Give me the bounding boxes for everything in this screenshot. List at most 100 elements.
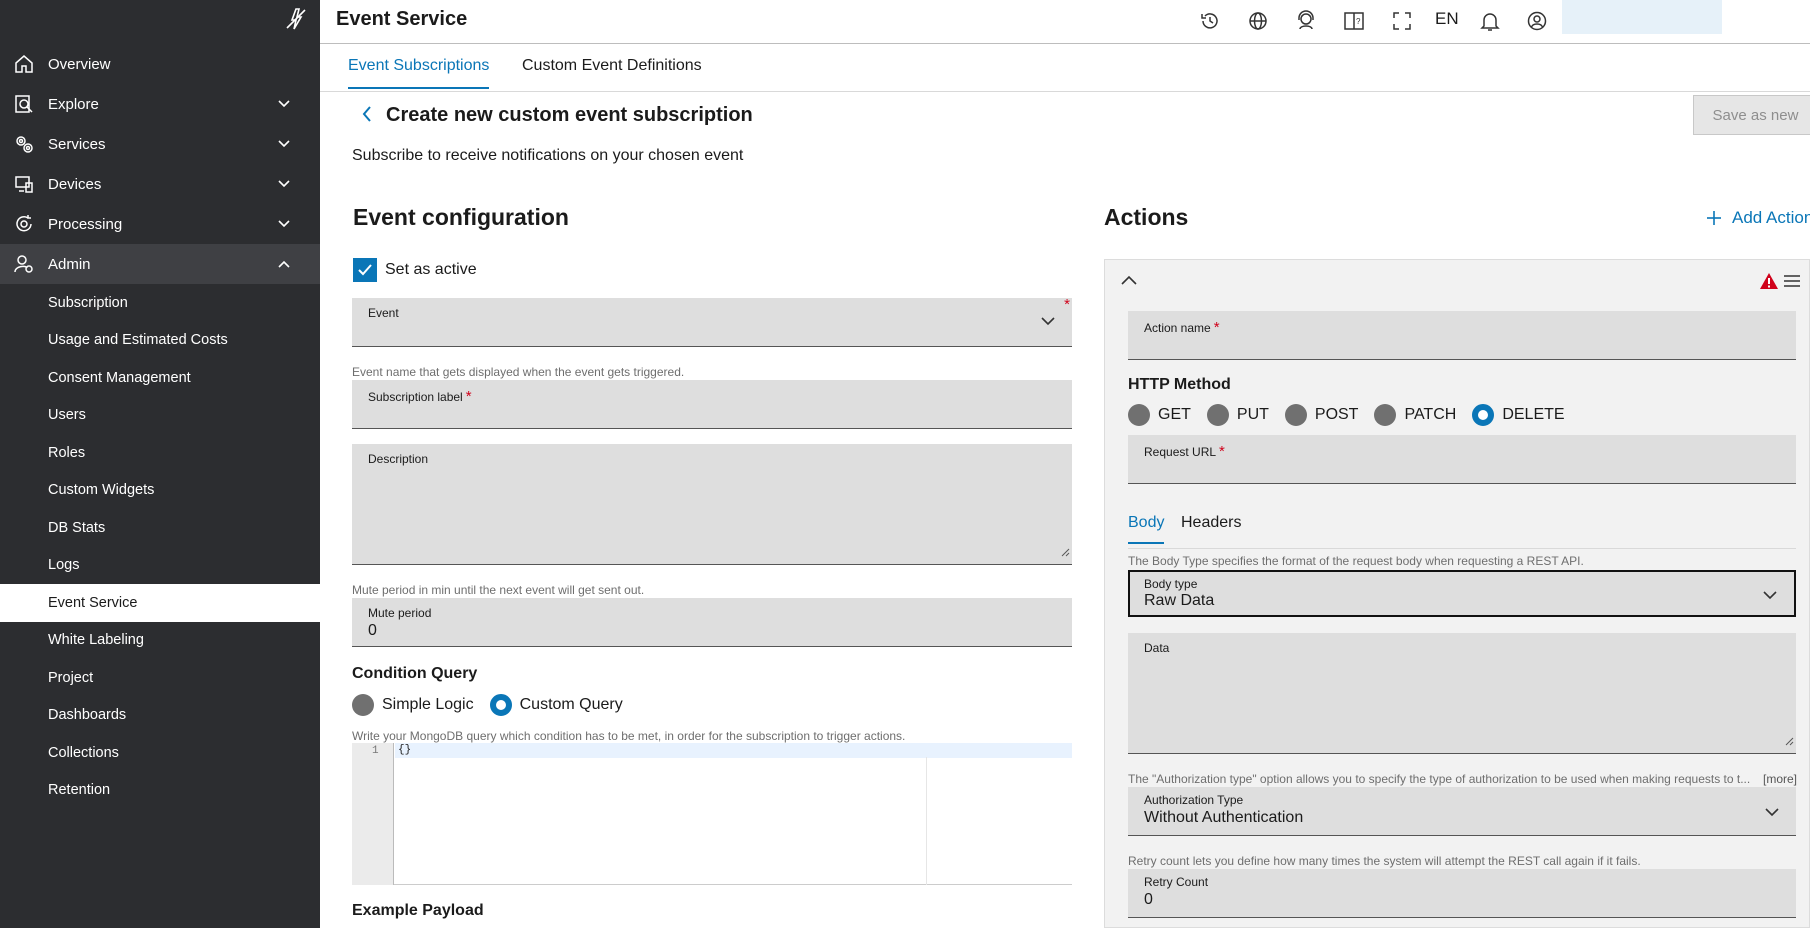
history-icon[interactable] [1196, 7, 1224, 35]
active-line-highlight [395, 743, 1072, 758]
sidebar-subitem-dashboards[interactable]: Dashboards [0, 697, 320, 735]
explore-icon [13, 93, 35, 115]
sidebar-subitem-consent[interactable]: Consent Management [0, 359, 320, 397]
sidebar-item-label: Admin [48, 255, 91, 273]
chevron-down-icon [1764, 805, 1780, 823]
page-title: Create new custom event subscription [386, 104, 753, 126]
mute-period-label: Mute period [368, 606, 432, 620]
hamburger-menu-icon[interactable] [1784, 274, 1800, 293]
event-select[interactable]: Event * [352, 296, 1072, 347]
description-textarea[interactable]: Description [352, 444, 1072, 565]
sidebar-subitem-subscription[interactable]: Subscription [0, 284, 320, 322]
query-helper-text: Write your MongoDB query which condition… [352, 729, 906, 743]
http-method-heading: HTTP Method [1128, 376, 1231, 393]
sidebar-item-overview[interactable]: Overview [0, 44, 320, 84]
authorization-type-select[interactable]: Authorization Type Without Authenticatio… [1128, 787, 1796, 836]
sidebar-item-services[interactable]: Services [0, 124, 320, 164]
put-label: PUT [1236, 406, 1269, 423]
retry-count-value: 0 [1144, 891, 1153, 908]
help-book-icon[interactable]: ? [1340, 7, 1368, 35]
subscription-label-field[interactable]: Subscription label * [352, 380, 1072, 429]
editor-gutter: 1 [352, 743, 394, 885]
save-as-new-button[interactable]: Save as new [1693, 95, 1810, 135]
warning-icon [1759, 272, 1779, 295]
example-payload-heading: Example Payload [352, 902, 484, 919]
sidebar-subitem-collections[interactable]: Collections [0, 734, 320, 772]
condition-query-heading: Condition Query [352, 665, 478, 682]
body-type-label: Body type [1144, 577, 1198, 591]
fullscreen-icon[interactable] [1388, 7, 1416, 35]
custom-query-radio[interactable] [489, 694, 512, 716]
tab-bar: Event Subscriptions Custom Event Definit… [320, 45, 1810, 92]
add-action-button[interactable]: Add Action [1706, 208, 1810, 228]
support-icon[interactable] [1292, 7, 1320, 35]
resize-handle-icon[interactable] [1784, 733, 1794, 751]
delete-radio[interactable] [1472, 404, 1495, 426]
sidebar-item-label: Devices [48, 175, 102, 193]
data-label: Data [1144, 641, 1170, 655]
description-label: Description [368, 452, 429, 466]
required-marker: * [1219, 443, 1225, 460]
chevron-up-icon[interactable] [1120, 274, 1138, 293]
sidebar-subitem-usage[interactable]: Usage and Estimated Costs [0, 322, 320, 360]
retry-count-field[interactable]: Retry Count 0 [1128, 869, 1796, 918]
more-link[interactable]: [more] [1763, 772, 1797, 786]
data-textarea[interactable]: Data [1128, 633, 1796, 754]
action-name-label: Action name [1144, 321, 1211, 335]
sidebar-subitem-db-stats[interactable]: DB Stats [0, 509, 320, 547]
query-code-editor[interactable]: 1 {} [352, 743, 1072, 885]
actions-heading: Actions [1104, 204, 1189, 230]
retry-count-helper-text: Retry count lets you define how many tim… [1128, 854, 1641, 868]
globe-icon[interactable] [1244, 7, 1272, 35]
tab-event-subscriptions[interactable]: Event Subscriptions [348, 57, 490, 89]
chevron-down-icon [277, 177, 291, 195]
sidebar-item-explore[interactable]: Explore [0, 84, 320, 124]
tab-body[interactable]: Body [1128, 514, 1165, 544]
collapse-sidebar-icon[interactable] [283, 6, 309, 32]
body-type-select[interactable]: Body type Raw Data [1128, 570, 1796, 617]
patch-radio[interactable] [1374, 404, 1397, 426]
sidebar-subitem-custom-widgets[interactable]: Custom Widgets [0, 472, 320, 510]
sidebar-subitem-white-labeling[interactable]: White Labeling [0, 622, 320, 660]
language-selector[interactable]: EN [1435, 9, 1459, 29]
sidebar-item-label: Processing [48, 215, 123, 233]
sidebar-item-label: Services [48, 135, 106, 153]
user-menu[interactable] [1562, 0, 1722, 34]
post-radio[interactable] [1284, 404, 1307, 426]
sidebar-subitem-event-service[interactable]: Event Service [0, 584, 320, 622]
authorization-type-value: Without Authentication [1144, 809, 1304, 826]
sidebar-subitem-retention[interactable]: Retention [0, 772, 320, 810]
sidebar-item-label: Overview [48, 55, 111, 73]
required-marker: * [1064, 296, 1070, 313]
add-action-label: Add Action [1732, 208, 1810, 227]
tab-headers[interactable]: Headers [1181, 514, 1241, 542]
event-helper-text: Event name that gets displayed when the … [352, 365, 685, 379]
action-name-field[interactable]: Action name * [1128, 311, 1796, 360]
chevron-up-icon [277, 257, 291, 275]
get-radio[interactable] [1128, 404, 1150, 426]
sidebar-subitem-users[interactable]: Users [0, 397, 320, 435]
sidebar-subitem-roles[interactable]: Roles [0, 434, 320, 472]
body-type-helper-text: The Body Type specifies the format of th… [1128, 554, 1584, 568]
tab-custom-event-definitions[interactable]: Custom Event Definitions [522, 57, 702, 87]
put-radio[interactable] [1206, 404, 1229, 426]
back-chevron-icon[interactable] [360, 105, 374, 128]
sidebar-item-processing[interactable]: Processing [0, 204, 320, 244]
event-label: Event [368, 306, 399, 320]
request-url-field[interactable]: Request URL * [1128, 435, 1796, 484]
mute-period-field[interactable]: Mute period 0 [352, 598, 1072, 647]
user-account-icon[interactable] [1523, 7, 1551, 35]
chevron-down-icon [1040, 314, 1056, 332]
simple-logic-radio[interactable] [352, 694, 374, 716]
set-active-checkbox[interactable] [353, 258, 377, 282]
sidebar-subitem-logs[interactable]: Logs [0, 547, 320, 585]
sidebar-subitem-project[interactable]: Project [0, 659, 320, 697]
notification-bell-icon[interactable] [1476, 7, 1504, 35]
chevron-down-icon [277, 97, 291, 115]
request-url-label: Request URL [1144, 445, 1217, 459]
resize-handle-icon[interactable] [1060, 544, 1070, 562]
page-subtitle: Subscribe to receive notifications on yo… [352, 147, 744, 164]
required-marker: * [465, 388, 472, 405]
sidebar-item-admin[interactable]: Admin [0, 244, 320, 284]
sidebar-item-devices[interactable]: Devices [0, 164, 320, 204]
